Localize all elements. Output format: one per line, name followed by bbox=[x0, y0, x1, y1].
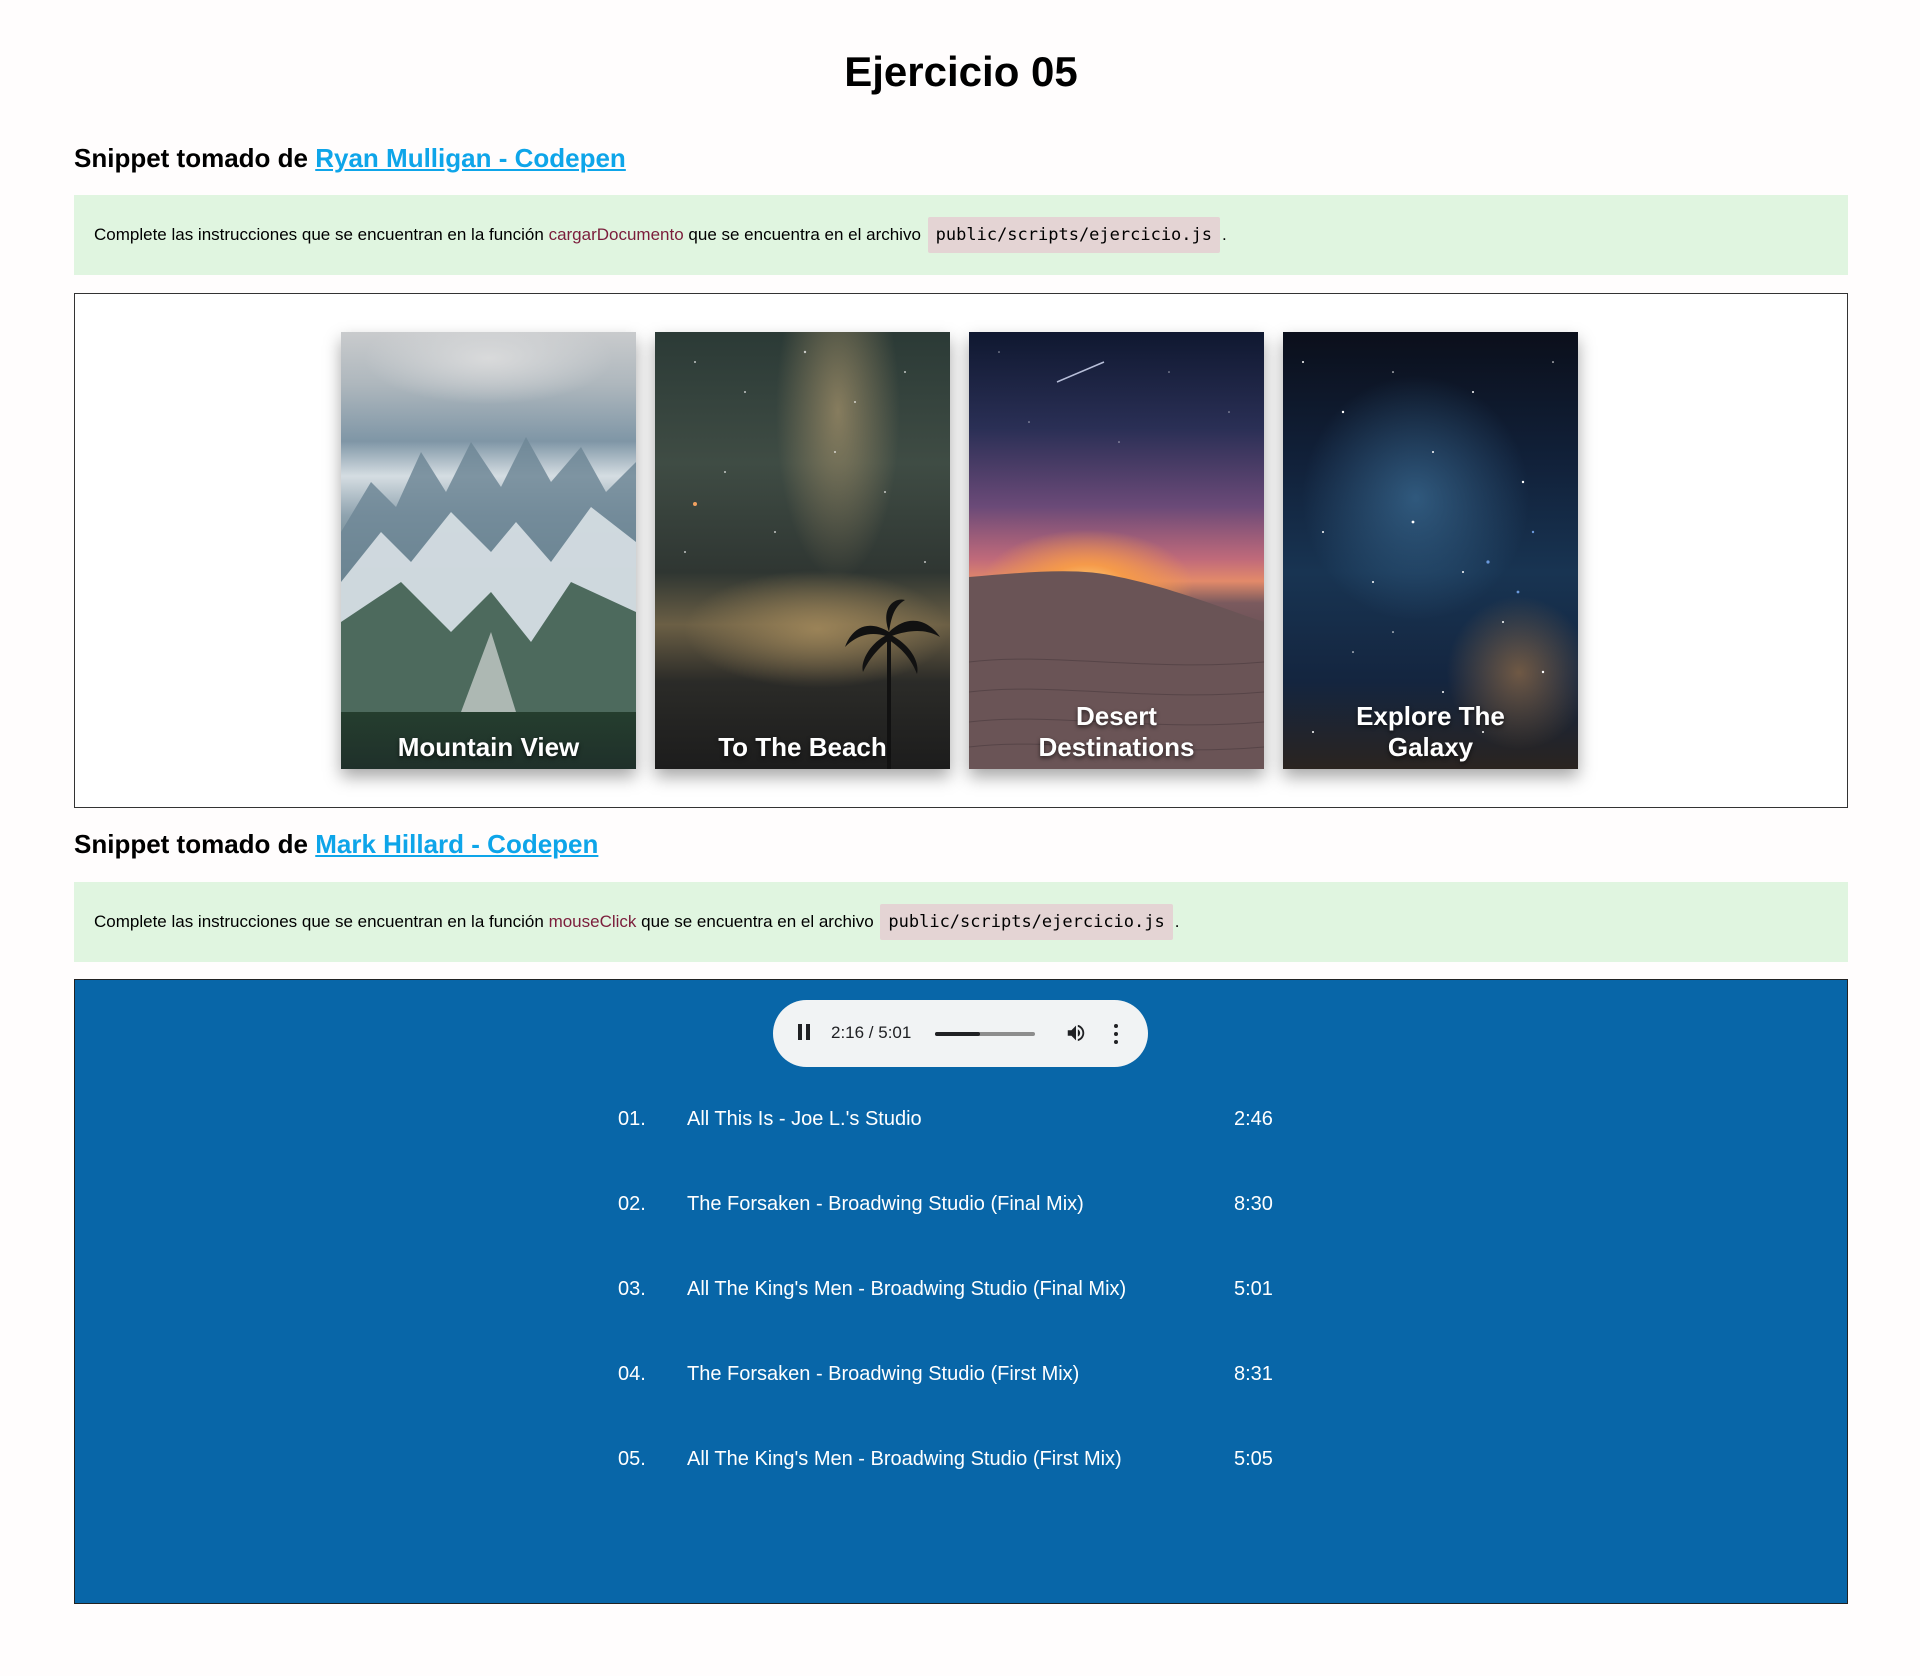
card-label-line1: To The Beach bbox=[718, 732, 887, 762]
more-options-icon[interactable] bbox=[1113, 1024, 1119, 1044]
track-duration: 8:30 bbox=[1234, 1193, 1273, 1215]
track-item[interactable]: 04. The Forsaken - Broadwing Studio (Fir… bbox=[75, 1363, 1847, 1393]
card-to-the-beach[interactable]: To The Beach bbox=[655, 332, 950, 769]
ryan-mulligan-codepen-link[interactable]: Ryan Mulligan - Codepen bbox=[315, 143, 626, 173]
card-label-line1: Desert bbox=[1076, 701, 1157, 731]
page-title: Ejercicio 05 bbox=[844, 48, 1078, 95]
track-title: All The King's Men - Broadwing Studio (F… bbox=[687, 1278, 1127, 1300]
track-title: All The King's Men - Broadwing Studio (F… bbox=[687, 1448, 1122, 1470]
card-label-line2: Galaxy bbox=[1387, 732, 1474, 762]
card-label: To The Beach bbox=[655, 732, 950, 763]
card-label-line1: Explore The bbox=[1356, 701, 1505, 731]
card-label: Explore The Galaxy bbox=[1283, 701, 1578, 763]
card-label-line2: Destinations bbox=[1038, 732, 1195, 762]
note-text-before: Complete las instrucciones que se encuen… bbox=[94, 912, 544, 931]
track-duration: 8:31 bbox=[1234, 1363, 1273, 1385]
card-label: Mountain View bbox=[341, 732, 636, 763]
volume-icon[interactable] bbox=[1065, 1022, 1087, 1044]
cards-container: Mountain View To The Beach Desert Destin… bbox=[74, 293, 1848, 808]
snippet-heading-prefix: Snippet tomado de bbox=[74, 829, 308, 859]
track-title: All This Is - Joe L.'s Studio bbox=[687, 1108, 922, 1130]
seek-slider[interactable] bbox=[935, 1032, 1035, 1036]
track-number: 01. bbox=[618, 1108, 646, 1130]
card-mountain-view[interactable]: Mountain View bbox=[341, 332, 636, 769]
track-number: 05. bbox=[618, 1448, 646, 1470]
mark-hillard-codepen-link[interactable]: Mark Hillard - Codepen bbox=[315, 829, 598, 859]
function-name: mouseClick bbox=[548, 912, 637, 931]
track-number: 03. bbox=[618, 1278, 646, 1300]
card-label-line1: Mountain View bbox=[397, 732, 580, 762]
time-display: 2:16 / 5:01 bbox=[831, 1023, 912, 1042]
note-text-after: . bbox=[1222, 225, 1227, 244]
function-name: cargarDocumento bbox=[548, 225, 684, 244]
track-title: The Forsaken - Broadwing Studio (Final M… bbox=[687, 1193, 1084, 1215]
card-desert-destinations[interactable]: Desert Destinations bbox=[969, 332, 1264, 769]
snippet-heading-2: Snippet tomado de Mark Hillard - Codepen bbox=[74, 829, 598, 860]
card-explore-the-galaxy[interactable]: Explore The Galaxy bbox=[1283, 332, 1578, 769]
instruction-note-1: Complete las instrucciones que se encuen… bbox=[74, 195, 1848, 275]
card-label: Desert Destinations bbox=[969, 701, 1264, 763]
file-path: public/scripts/ejercicio.js bbox=[927, 217, 1220, 253]
track-item[interactable]: 03. All The King's Men - Broadwing Studi… bbox=[75, 1278, 1847, 1308]
note-text-after: . bbox=[1174, 912, 1180, 931]
instruction-note-2: Complete las instrucciones que se encuen… bbox=[74, 882, 1848, 962]
track-title: The Forsaken - Broadwing Studio (First M… bbox=[687, 1363, 1080, 1385]
track-duration: 5:05 bbox=[1234, 1448, 1273, 1470]
track-number: 04. bbox=[618, 1363, 646, 1385]
note-text-middle: que se encuentra en el archivo bbox=[688, 225, 921, 244]
audio-player: 2:16 / 5:01 bbox=[773, 1000, 1148, 1067]
pause-icon[interactable] bbox=[797, 1024, 811, 1040]
mountain-image bbox=[341, 437, 636, 712]
file-path: public/scripts/ejercicio.js bbox=[880, 904, 1173, 940]
track-item[interactable]: 05. All The King's Men - Broadwing Studi… bbox=[75, 1448, 1847, 1478]
track-number: 02. bbox=[618, 1193, 646, 1215]
note-text-before: Complete las instrucciones que se encuen… bbox=[94, 225, 544, 244]
note-text-middle: que se encuentra en el archivo bbox=[641, 912, 874, 931]
music-player: 2:16 / 5:01 01. All This Is - Joe L.'s S… bbox=[74, 979, 1848, 1604]
track-item[interactable]: 02. The Forsaken - Broadwing Studio (Fin… bbox=[75, 1193, 1847, 1223]
track-duration: 2:46 bbox=[1234, 1108, 1273, 1130]
snippet-heading-prefix: Snippet tomado de bbox=[74, 143, 308, 173]
track-item[interactable]: 01. All This Is - Joe L.'s Studio 2:46 bbox=[75, 1108, 1847, 1138]
seek-progress bbox=[935, 1032, 980, 1036]
snippet-heading-1: Snippet tomado de Ryan Mulligan - Codepe… bbox=[74, 143, 626, 174]
track-duration: 5:01 bbox=[1234, 1278, 1273, 1300]
beach-night-image bbox=[684, 350, 940, 769]
